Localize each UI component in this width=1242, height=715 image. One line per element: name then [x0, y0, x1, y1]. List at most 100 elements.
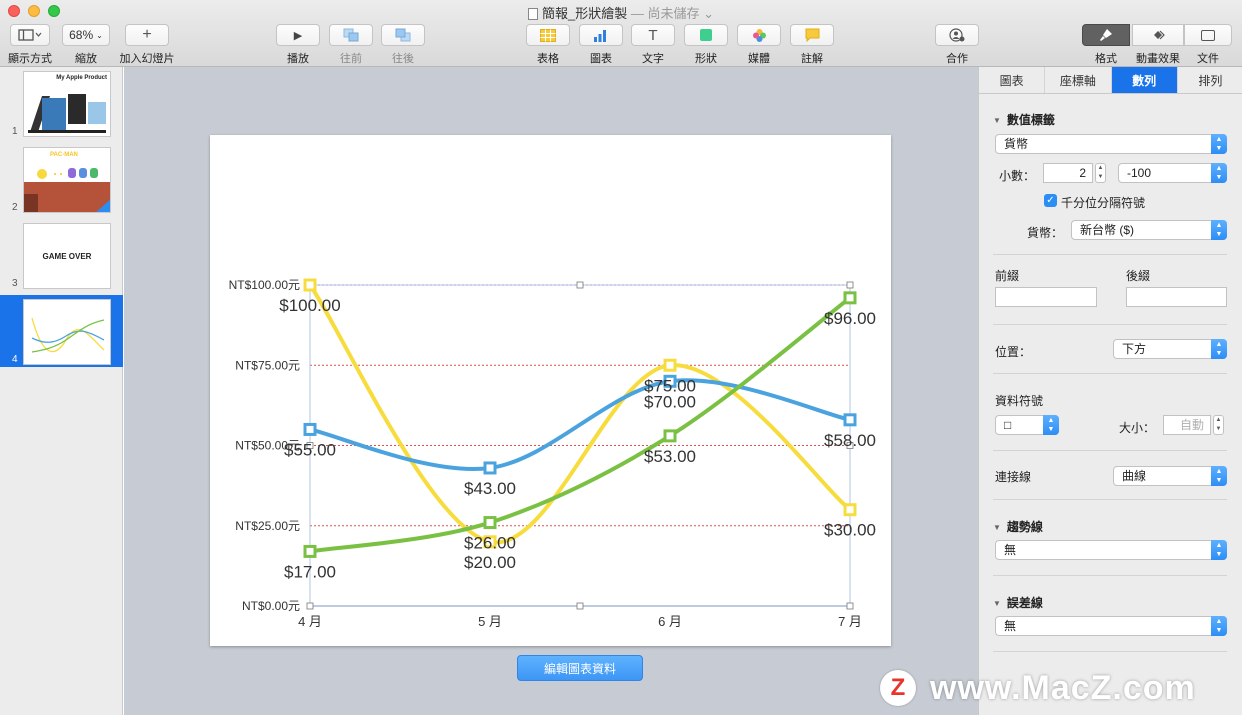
- zoom-select[interactable]: 68% ⌄: [62, 24, 110, 46]
- send-backward-button[interactable]: [381, 24, 425, 46]
- slide-thumbnail-2[interactable]: PAC-MAN 2: [0, 143, 123, 215]
- y-tick-label: NT$75.00元: [235, 358, 300, 372]
- window-title[interactable]: 簡報_形狀繪製 — 尚未儲存 ⌄: [0, 3, 1242, 22]
- updown-arrows-icon: ▲ ▼: [1043, 415, 1059, 435]
- y-tick-label: NT$0.00元: [242, 599, 300, 613]
- insert-comment[interactable]: 註解: [790, 24, 834, 66]
- document-icon: [528, 8, 538, 20]
- current-slide[interactable]: NT$0.00元 NT$25.00元 NT$50.00元 NT$75.00元 NT$10…: [210, 135, 891, 646]
- slide-thumbnail-4[interactable]: 4: [0, 295, 123, 367]
- error-bars-section[interactable]: ▼ 誤差線: [993, 594, 1043, 611]
- data-label: $26.00: [464, 534, 516, 553]
- add-slide-button[interactable]: +: [125, 24, 169, 46]
- media-icon: [752, 28, 766, 42]
- add-slide[interactable]: + 加入幻燈片: [118, 24, 176, 66]
- trendline-select[interactable]: 無 ▲ ▼: [995, 540, 1227, 560]
- divider: [993, 651, 1227, 652]
- data-point: [663, 358, 677, 372]
- selection-handle: [576, 281, 584, 289]
- updown-arrows-icon: ▲ ▼: [1211, 220, 1227, 240]
- insert-shape[interactable]: 形狀: [684, 24, 728, 66]
- insert-table[interactable]: 表格: [526, 24, 570, 66]
- data-label: $17.00: [284, 562, 336, 581]
- table-button[interactable]: [526, 24, 570, 46]
- selection-handle: [576, 602, 584, 610]
- data-label: $20.00: [464, 553, 516, 572]
- animate-panel[interactable]: 動畫效果: [1130, 24, 1186, 66]
- zoom-menu[interactable]: 68% ⌄ 縮放: [61, 24, 111, 66]
- bring-forward[interactable]: 往前: [329, 24, 373, 66]
- shape-icon: [700, 29, 712, 41]
- slide-thumb-image: My Apple Product: [23, 71, 111, 137]
- play[interactable]: ▶ 播放: [276, 24, 320, 66]
- updown-arrows-icon: ▲ ▼: [1211, 466, 1227, 486]
- document-panel[interactable]: 文件: [1184, 24, 1232, 66]
- collaborate-button[interactable]: [935, 24, 979, 46]
- animate-diamond-icon: [1154, 30, 1165, 40]
- data-label: $96.00: [824, 309, 876, 328]
- data-label: $53.00: [644, 447, 696, 466]
- line-chart[interactable]: NT$0.00元NT$25.00元NT$50.00元NT$75.00元NT$10…: [210, 135, 891, 646]
- connection-line-select[interactable]: 曲線 ▲ ▼: [1113, 466, 1227, 486]
- table-icon: [540, 28, 556, 42]
- y-tick-label: NT$25.00元: [235, 519, 300, 533]
- insert-chart[interactable]: 圖表: [579, 24, 623, 66]
- view-menu[interactable]: 顯示方式: [6, 24, 54, 66]
- suffix-input[interactable]: [1126, 287, 1227, 307]
- text-button[interactable]: T: [631, 24, 675, 46]
- symbol-size-stepper[interactable]: ▲ ▼: [1213, 415, 1224, 435]
- view-button[interactable]: [10, 24, 50, 46]
- tab-chart[interactable]: 圖表: [979, 67, 1046, 93]
- chevron-down-icon: ⌄: [96, 30, 103, 40]
- value-labels-section[interactable]: ▼ 數值標籤: [993, 111, 1055, 128]
- value-format-select[interactable]: 貨幣 ▲ ▼: [995, 134, 1227, 154]
- format-panel[interactable]: 格式: [1082, 24, 1130, 66]
- thousands-separator-checkbox[interactable]: ✓: [1044, 194, 1057, 207]
- tab-series[interactable]: 數列: [1111, 67, 1178, 93]
- currency-select[interactable]: 新台幣 ($) ▲ ▼: [1071, 220, 1227, 240]
- chart-button[interactable]: [579, 24, 623, 46]
- tab-axis[interactable]: 座標軸: [1045, 67, 1112, 93]
- divider: [993, 324, 1227, 325]
- data-symbol-select[interactable]: □ ▲ ▼: [995, 415, 1059, 435]
- trendline-section[interactable]: ▼ 趨勢線: [993, 518, 1043, 535]
- label-position-select[interactable]: 下方 ▲ ▼: [1113, 339, 1227, 359]
- slide-thumbnail-1[interactable]: My Apple Product 1: [0, 67, 123, 139]
- document-button[interactable]: [1184, 24, 1232, 46]
- insert-text[interactable]: T 文字: [631, 24, 675, 66]
- prefix-input[interactable]: [995, 287, 1097, 307]
- data-label: $30.00: [824, 521, 876, 540]
- data-point: [303, 544, 317, 558]
- collaborate-icon: [949, 28, 965, 42]
- error-bars-select[interactable]: 無 ▲ ▼: [995, 616, 1227, 636]
- macz-logo: Z: [880, 670, 916, 706]
- bring-forward-button[interactable]: [329, 24, 373, 46]
- tab-arrange[interactable]: 排列: [1178, 67, 1242, 93]
- plus-icon: +: [142, 26, 152, 43]
- slide-thumbnail-3[interactable]: GAME OVER 3: [0, 219, 123, 291]
- slide-4-preview: [31, 317, 105, 353]
- shape-button[interactable]: [684, 24, 728, 46]
- x-tick-label: 7 月: [838, 614, 862, 629]
- play-button[interactable]: ▶: [276, 24, 320, 46]
- media-button[interactable]: [737, 24, 781, 46]
- format-button[interactable]: [1082, 24, 1130, 46]
- decimals-field[interactable]: 2: [1043, 163, 1093, 183]
- comment-button[interactable]: [790, 24, 834, 46]
- watermark: Z www.MacZ.com: [880, 668, 1196, 708]
- divider: [993, 499, 1227, 500]
- data-point: [843, 413, 857, 427]
- send-backward[interactable]: 往後: [381, 24, 425, 66]
- inspector-tabs: 圖表 座標軸 數列 排列: [979, 67, 1242, 94]
- collaborate[interactable]: 合作: [935, 24, 979, 66]
- negative-format-select[interactable]: -100 ▲ ▼: [1118, 163, 1227, 183]
- insert-media[interactable]: 媒體: [737, 24, 781, 66]
- edit-chart-data-button[interactable]: 編輯圖表資料: [517, 655, 643, 681]
- decimals-stepper[interactable]: ▲ ▼: [1095, 163, 1106, 183]
- updown-arrows-icon: ▲ ▼: [1211, 339, 1227, 359]
- bring-forward-icon: [343, 28, 359, 42]
- symbol-size-field[interactable]: 自動: [1163, 415, 1211, 435]
- animate-button[interactable]: [1132, 24, 1184, 46]
- slide-thumb-image: [23, 299, 111, 365]
- y-tick-label: NT$100.00元: [229, 278, 300, 292]
